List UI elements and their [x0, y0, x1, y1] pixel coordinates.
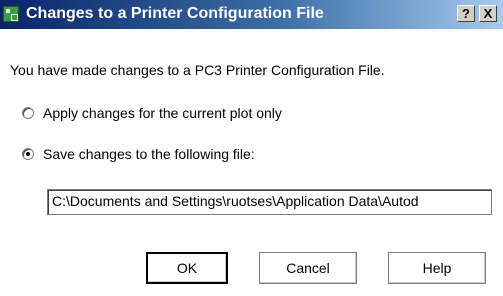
close-button[interactable]: X: [479, 5, 497, 22]
message-text: You have made changes to a PC3 Printer C…: [10, 62, 385, 78]
radio-label: Apply changes for the current plot only: [43, 105, 282, 121]
window-title: Changes to a Printer Configuration File: [26, 5, 324, 22]
radio-circle-icon[interactable]: [22, 107, 34, 119]
cancel-button[interactable]: Cancel: [259, 252, 357, 284]
help-caption-button[interactable]: ?: [457, 5, 475, 22]
title-bar[interactable]: Changes to a Printer Configuration File …: [0, 0, 503, 29]
radio-label: Save changes to the following file:: [43, 146, 255, 162]
app-icon: [3, 6, 19, 22]
help-button[interactable]: Help: [388, 252, 486, 284]
file-path-field[interactable]: C:\Documents and Settings\ruotses\Applic…: [47, 189, 492, 215]
ok-button[interactable]: OK: [146, 252, 228, 284]
radio-selected-icon[interactable]: [22, 148, 34, 160]
